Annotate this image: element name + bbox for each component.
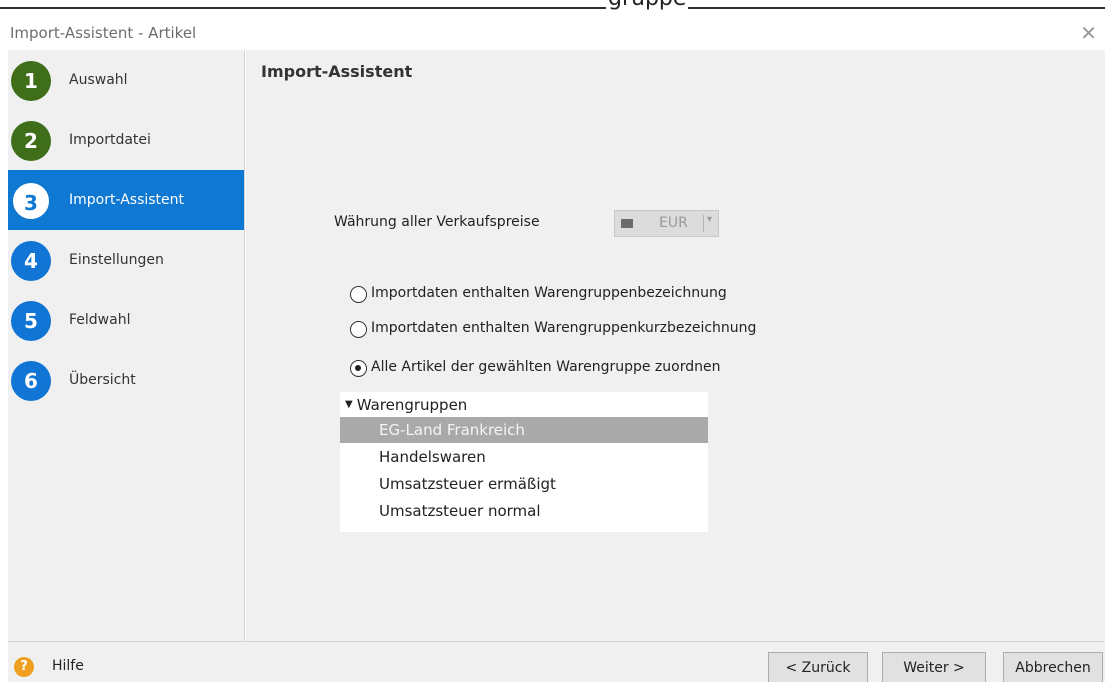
- chevron-down-icon: ▾: [707, 214, 713, 225]
- radio-circle: [350, 360, 367, 377]
- step-einstellungen[interactable]: 4 Einstellungen: [8, 230, 244, 290]
- step-number-badge: 5: [11, 301, 51, 341]
- warengruppen-tree[interactable]: ▼ Warengruppen EG-Land Frankreich Handels…: [340, 392, 708, 532]
- help-link[interactable]: Hilfe: [52, 658, 84, 674]
- main-panel: Import-Assistent Währung aller Verkaufsp…: [246, 50, 1105, 641]
- next-button[interactable]: Weiter >: [882, 652, 986, 682]
- page-title: Import-Assistent: [261, 62, 413, 81]
- tree-root[interactable]: ▼ Warengruppen: [345, 396, 467, 414]
- cancel-button[interactable]: Abbrechen: [1003, 652, 1103, 682]
- help-icon[interactable]: ?: [14, 657, 34, 677]
- radio-dot: [355, 365, 361, 371]
- tree-item[interactable]: Handelswaren: [340, 444, 708, 470]
- tree-item[interactable]: EG-Land Frankreich: [340, 417, 708, 443]
- top-strip-cut-text: gruppe: [606, 0, 689, 11]
- step-number-badge: 2: [11, 121, 51, 161]
- radio-label: Importdaten enthalten Warengruppenbezeic…: [371, 285, 727, 301]
- tree-item-label: Handelswaren: [379, 448, 486, 466]
- radio-label: Alle Artikel der gewählten Warengruppe z…: [371, 359, 721, 375]
- step-label: Feldwahl: [69, 312, 131, 328]
- step-label: Import-Assistent: [69, 192, 185, 208]
- tree-item-label: Umsatzsteuer ermäßigt: [379, 475, 556, 493]
- radio-circle: [350, 321, 367, 338]
- top-strip-line: [0, 7, 1105, 9]
- step-number-badge: 1: [11, 61, 51, 101]
- tree-root-label: Warengruppen: [356, 396, 468, 414]
- wizard-steps-sidebar: 1 Auswahl 2 Importdatei 3 Import-Assiste…: [8, 50, 245, 641]
- radio-label: Importdaten enthalten Warengruppenkurzbe…: [371, 320, 757, 336]
- step-label: Importdatei: [69, 132, 151, 148]
- step-label: Einstellungen: [69, 252, 164, 268]
- step-label: Übersicht: [69, 372, 136, 388]
- currency-label: Währung aller Verkaufspreise: [334, 214, 540, 230]
- top-strip: gruppe: [0, 0, 1105, 20]
- collapse-triangle-icon[interactable]: ▼: [345, 399, 353, 410]
- footer-bar: ? Hilfe < Zurück Weiter > Abbrechen: [8, 641, 1105, 682]
- window-title: Import-Assistent - Artikel: [10, 24, 197, 42]
- step-number-badge: 3: [11, 181, 51, 221]
- window-titlebar: Import-Assistent - Artikel ✕: [0, 20, 1105, 49]
- back-button[interactable]: < Zurück: [768, 652, 868, 682]
- step-label: Auswahl: [69, 72, 128, 88]
- tree-item[interactable]: Umsatzsteuer normal: [340, 498, 708, 524]
- step-feldwahl[interactable]: 5 Feldwahl: [8, 290, 244, 350]
- radio-circle: [350, 286, 367, 303]
- select-separator: [703, 215, 704, 232]
- step-auswahl[interactable]: 1 Auswahl: [8, 50, 244, 110]
- step-importdatei[interactable]: 2 Importdatei: [8, 110, 244, 170]
- close-icon[interactable]: ✕: [1080, 21, 1097, 45]
- currency-value: EUR: [659, 215, 688, 231]
- currency-select[interactable]: EUR ▾: [614, 210, 719, 237]
- step-number-badge: 6: [11, 361, 51, 401]
- step-import-assistent[interactable]: 3 Import-Assistent: [8, 170, 244, 230]
- step-uebersicht[interactable]: 6 Übersicht: [8, 350, 244, 410]
- tree-item-label: Umsatzsteuer normal: [379, 502, 541, 520]
- tree-item[interactable]: Umsatzsteuer ermäßigt: [340, 471, 708, 497]
- step-number-badge: 4: [11, 241, 51, 281]
- tree-item-label: EG-Land Frankreich: [379, 421, 525, 439]
- currency-flag-icon: [621, 219, 633, 228]
